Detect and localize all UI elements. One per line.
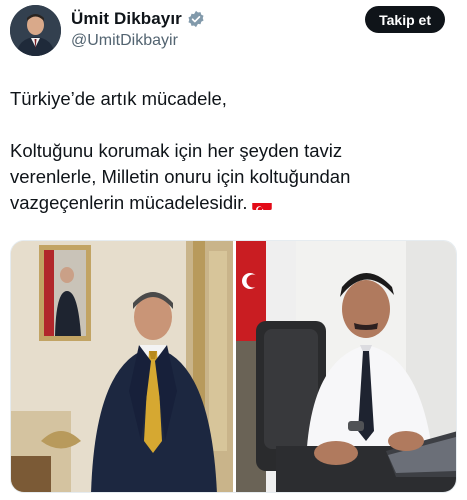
man-in-suit-in-ornate-office-photo[interactable]	[11, 241, 233, 492]
tweet-text: Türkiye’de artık mücadele, Koltuğunu kor…	[10, 86, 450, 216]
author-handle[interactable]: @UmitDikbayir	[71, 32, 178, 50]
tweet-line-last: vazgeçenlerin mücadelesidir.	[10, 190, 450, 216]
tweet-line: Koltuğunu korumak için her şeyden taviz	[10, 140, 343, 161]
tweet-line: vazgeçenlerin mücadelesidir.	[10, 192, 248, 213]
author-avatar[interactable]	[10, 5, 61, 56]
tweet-line: verenlerle, Milletin onuru için koltuğun…	[10, 166, 351, 187]
tweet-header: Ümit Dikbayır @UmitDikbayir Takip et	[10, 5, 457, 56]
follow-button[interactable]: Takip et	[365, 6, 445, 33]
tweet-media	[10, 240, 457, 493]
man-at-desk-with-laptop-photo[interactable]	[236, 241, 456, 492]
tweet-line: Türkiye’de artık mücadele,	[10, 88, 227, 109]
turkey-flag-icon	[251, 197, 272, 210]
author-name[interactable]: Ümit Dikbayır	[71, 9, 182, 29]
verified-badge-icon	[187, 10, 205, 28]
author-name-row: Ümit Dikbayır	[71, 9, 205, 29]
